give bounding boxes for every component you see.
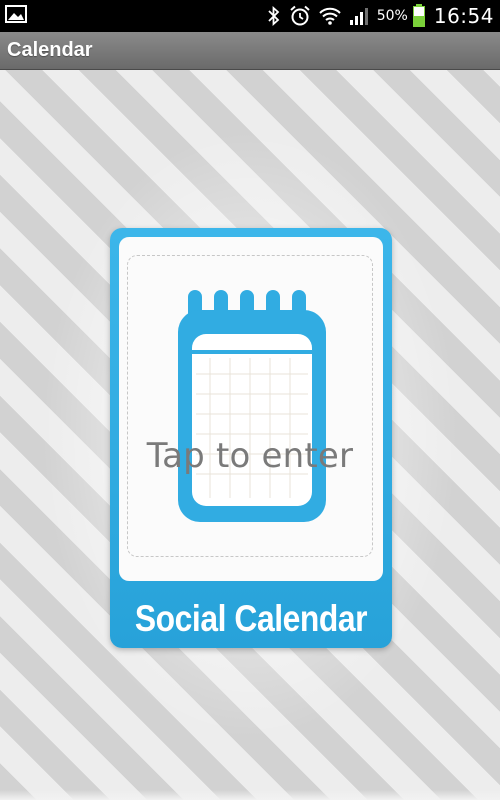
action-bar: Calendar	[0, 32, 500, 70]
tap-to-enter-text[interactable]: Tap to enter	[0, 436, 500, 476]
alarm-icon	[290, 5, 310, 26]
tile-label: Social Calendar	[134, 598, 368, 639]
battery-icon	[412, 4, 425, 27]
wifi-icon	[319, 7, 341, 25]
page-title: Calendar	[7, 39, 93, 61]
notepad-icon	[178, 290, 326, 522]
battery-percent: 50%	[376, 8, 408, 24]
status-bar: 50% 16:54	[0, 0, 500, 32]
tile-inner-card	[119, 237, 383, 581]
bottom-edge	[0, 790, 500, 800]
status-icons: 50% 16:54	[267, 0, 494, 32]
app-screen: 50% 16:54 Calendar Social Calendar Tap t…	[0, 0, 500, 800]
gallery-icon	[5, 5, 27, 23]
bluetooth-icon	[268, 6, 280, 26]
content-area[interactable]: Social Calendar	[0, 70, 500, 800]
signal-icon	[349, 8, 368, 25]
clock: 16:54	[433, 4, 494, 28]
